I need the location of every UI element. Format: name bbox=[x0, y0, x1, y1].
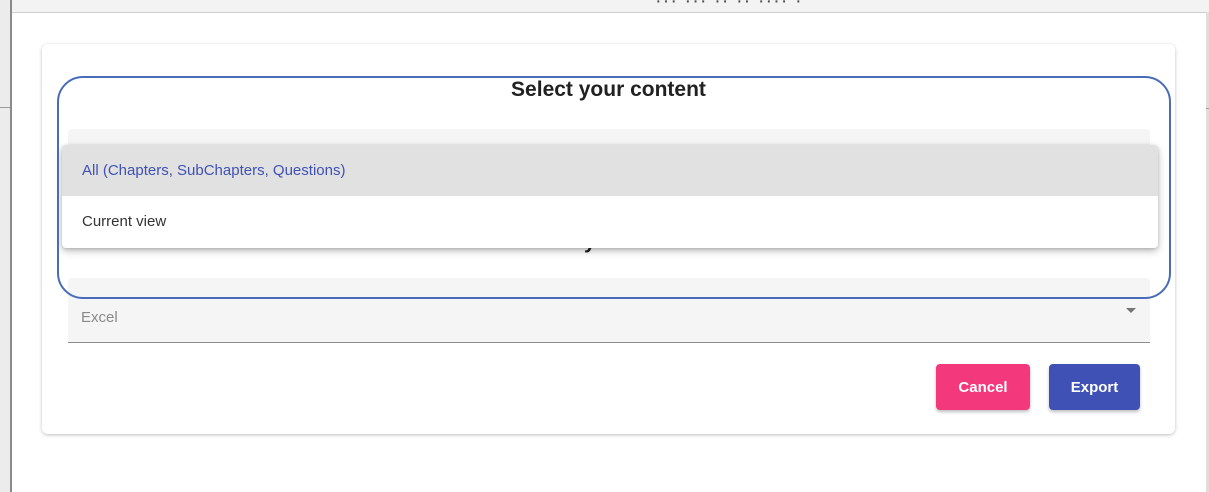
content-section-title: Select your content bbox=[511, 78, 706, 101]
background-title-fragment: ··· ··· ·· ·· ···· · bbox=[655, 0, 803, 12]
format-select-value: Excel bbox=[81, 309, 118, 326]
chevron-down-icon bbox=[1126, 308, 1136, 313]
dropdown-option-all[interactable]: All (Chapters, SubChapters, Questions) bbox=[62, 145, 1158, 196]
content-dropdown-menu: All (Chapters, SubChapters, Questions) C… bbox=[62, 145, 1158, 248]
screen: ··· ··· ·· ·· ···· · Select your content… bbox=[0, 0, 1209, 492]
background-left-panel bbox=[0, 0, 12, 492]
format-select[interactable]: Excel bbox=[68, 278, 1150, 343]
cancel-button[interactable]: Cancel bbox=[936, 364, 1030, 410]
background-divider bbox=[0, 107, 10, 108]
background-app-header: ··· ··· ·· ·· ···· · bbox=[0, 0, 1209, 13]
dropdown-option-current-view[interactable]: Current view bbox=[62, 196, 1158, 247]
export-button[interactable]: Export bbox=[1049, 364, 1140, 410]
